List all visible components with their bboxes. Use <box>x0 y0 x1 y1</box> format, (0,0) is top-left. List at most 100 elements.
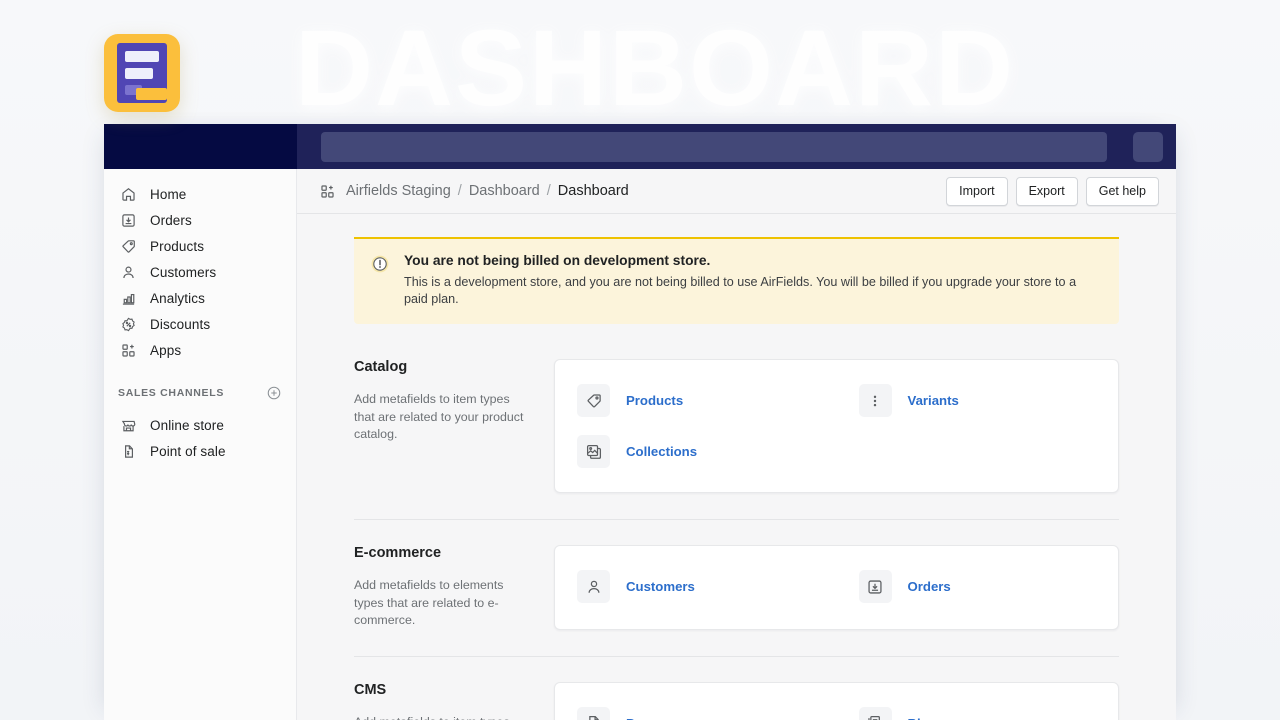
sidebar-item-customers[interactable]: Customers <box>104 259 296 285</box>
section-catalog: Catalog Add metafields to item types tha… <box>354 359 1119 519</box>
banner-description: This is a development store, and you are… <box>404 274 1103 308</box>
card-item-grid: Products <box>555 375 1118 477</box>
card-item-label[interactable]: Blogs <box>908 716 945 720</box>
collections-images-icon <box>577 435 610 468</box>
airfields-logo <box>104 34 180 112</box>
card-item-collections[interactable]: Collections <box>555 426 837 477</box>
apps-grid-plus-icon <box>118 340 138 360</box>
card-item-products[interactable]: Products <box>555 375 837 426</box>
banner-title: You are not being billed on development … <box>404 253 1103 268</box>
card-item-pages[interactable]: Pages <box>555 698 837 720</box>
sidebar-item-label: Products <box>150 239 204 254</box>
section-card: Products <box>554 359 1119 493</box>
logo-bar-2 <box>125 68 153 79</box>
vertical-dots-icon <box>859 384 892 417</box>
analytics-bars-icon <box>118 288 138 308</box>
card-item-variants[interactable]: Variants <box>837 375 1119 426</box>
section-description-block: Catalog Add metafields to item types tha… <box>354 359 554 493</box>
sidebar-item-apps[interactable]: Apps <box>104 337 296 363</box>
sidebar-item-label: Customers <box>150 265 216 280</box>
customer-person-icon <box>118 262 138 282</box>
sidebar-spacer <box>104 363 296 380</box>
sidebar-section-title: SALES CHANNELS <box>118 387 224 399</box>
export-button[interactable]: Export <box>1016 177 1078 206</box>
sidebar-item-label: Point of sale <box>150 444 226 459</box>
card-item-label[interactable]: Orders <box>908 579 951 594</box>
logo-bar-1 <box>125 51 159 62</box>
card-item-label[interactable]: Variants <box>908 393 959 408</box>
breadcrumb-store[interactable]: Airfields Staging <box>346 183 451 199</box>
background-watermark-text: DASHBOARD <box>150 8 1160 128</box>
card-item-label[interactable]: Pages <box>626 716 665 720</box>
card-item-grid: Pages <box>555 698 1118 720</box>
main-content-area: Airfields Staging / Dashboard / Dashboar… <box>297 169 1176 720</box>
page-document-icon <box>577 707 610 720</box>
section-cms: CMS Add metafields to item types that <box>354 656 1119 720</box>
point-of-sale-bag-icon <box>118 441 138 461</box>
card-item-label[interactable]: Products <box>626 393 683 408</box>
card-item-label[interactable]: Collections <box>626 444 697 459</box>
home-icon <box>118 184 138 204</box>
section-title: CMS <box>354 682 524 698</box>
section-description: Add metafields to elements types that ar… <box>354 577 524 630</box>
card-item-grid: Customers Orders <box>555 561 1118 612</box>
section-title: Catalog <box>354 359 524 375</box>
breadcrumb-separator: / <box>547 183 551 199</box>
header-actions: Import Export Get help <box>946 177 1159 206</box>
discount-percent-icon <box>118 314 138 334</box>
sidebar-item-products[interactable]: Products <box>104 233 296 259</box>
topnav-brand-area[interactable] <box>104 124 297 169</box>
sidebar-item-label: Orders <box>150 213 192 228</box>
section-description-block: E-commerce Add metafields to elements ty… <box>354 545 554 630</box>
apps-grid-plus-icon <box>319 183 336 200</box>
dashboard-content: You are not being billed on development … <box>297 214 1176 720</box>
app-body: Home Orders <box>104 169 1176 720</box>
warning-circle-icon <box>370 254 390 274</box>
breadcrumb-section[interactable]: Dashboard <box>469 183 540 199</box>
sidebar-section-sales-channels: SALES CHANNELS <box>104 380 296 406</box>
get-help-button[interactable]: Get help <box>1086 177 1159 206</box>
customer-person-icon <box>577 570 610 603</box>
sidebar-item-online-store[interactable]: Online store <box>104 412 296 438</box>
app-frame: Home Orders <box>104 124 1176 720</box>
logo-inner-panel <box>117 43 167 103</box>
product-tag-icon <box>118 236 138 256</box>
section-title: E-commerce <box>354 545 524 561</box>
sidebar-item-label: Apps <box>150 343 181 358</box>
topnav-main-area <box>297 124 1176 169</box>
blogs-documents-icon <box>859 707 892 720</box>
sidebar-item-label: Analytics <box>150 291 205 306</box>
sidebar-item-point-of-sale[interactable]: Point of sale <box>104 438 296 464</box>
billing-warning-banner: You are not being billed on development … <box>354 237 1119 324</box>
breadcrumb: Airfields Staging / Dashboard / Dashboar… <box>319 183 946 200</box>
section-description: Add metafields to item types that <box>354 714 524 720</box>
card-item-orders[interactable]: Orders <box>837 561 1119 612</box>
orders-inbox-icon <box>118 210 138 230</box>
page-title: Dashboard <box>558 183 629 199</box>
page-header: Airfields Staging / Dashboard / Dashboar… <box>297 169 1176 214</box>
product-tag-icon <box>577 384 610 417</box>
sidebar-item-label: Discounts <box>150 317 210 332</box>
sidebar-navigation: Home Orders <box>104 169 297 720</box>
section-card: Pages <box>554 682 1119 720</box>
user-menu-button[interactable] <box>1133 132 1163 162</box>
global-search-input[interactable] <box>321 132 1107 162</box>
sidebar-item-home[interactable]: Home <box>104 181 296 207</box>
card-item-customers[interactable]: Customers <box>555 561 837 612</box>
section-card: Customers Orders <box>554 545 1119 630</box>
plus-circle-icon[interactable] <box>266 385 282 401</box>
section-description: Add metafields to item types that are re… <box>354 391 524 444</box>
sidebar-item-analytics[interactable]: Analytics <box>104 285 296 311</box>
card-item-label[interactable]: Customers <box>626 579 695 594</box>
sidebar-item-orders[interactable]: Orders <box>104 207 296 233</box>
top-navigation-bar <box>104 124 1176 169</box>
card-item-blogs[interactable]: Blogs <box>837 698 1119 720</box>
storefront-icon <box>118 415 138 435</box>
sidebar-item-label: Home <box>150 187 186 202</box>
sidebar-item-discounts[interactable]: Discounts <box>104 311 296 337</box>
import-button[interactable]: Import <box>946 177 1007 206</box>
banner-text: You are not being billed on development … <box>404 253 1103 308</box>
logo-bar-4 <box>136 88 167 100</box>
section-description-block: CMS Add metafields to item types that <box>354 682 554 720</box>
screen-root: DASHBOARD <box>0 0 1280 720</box>
